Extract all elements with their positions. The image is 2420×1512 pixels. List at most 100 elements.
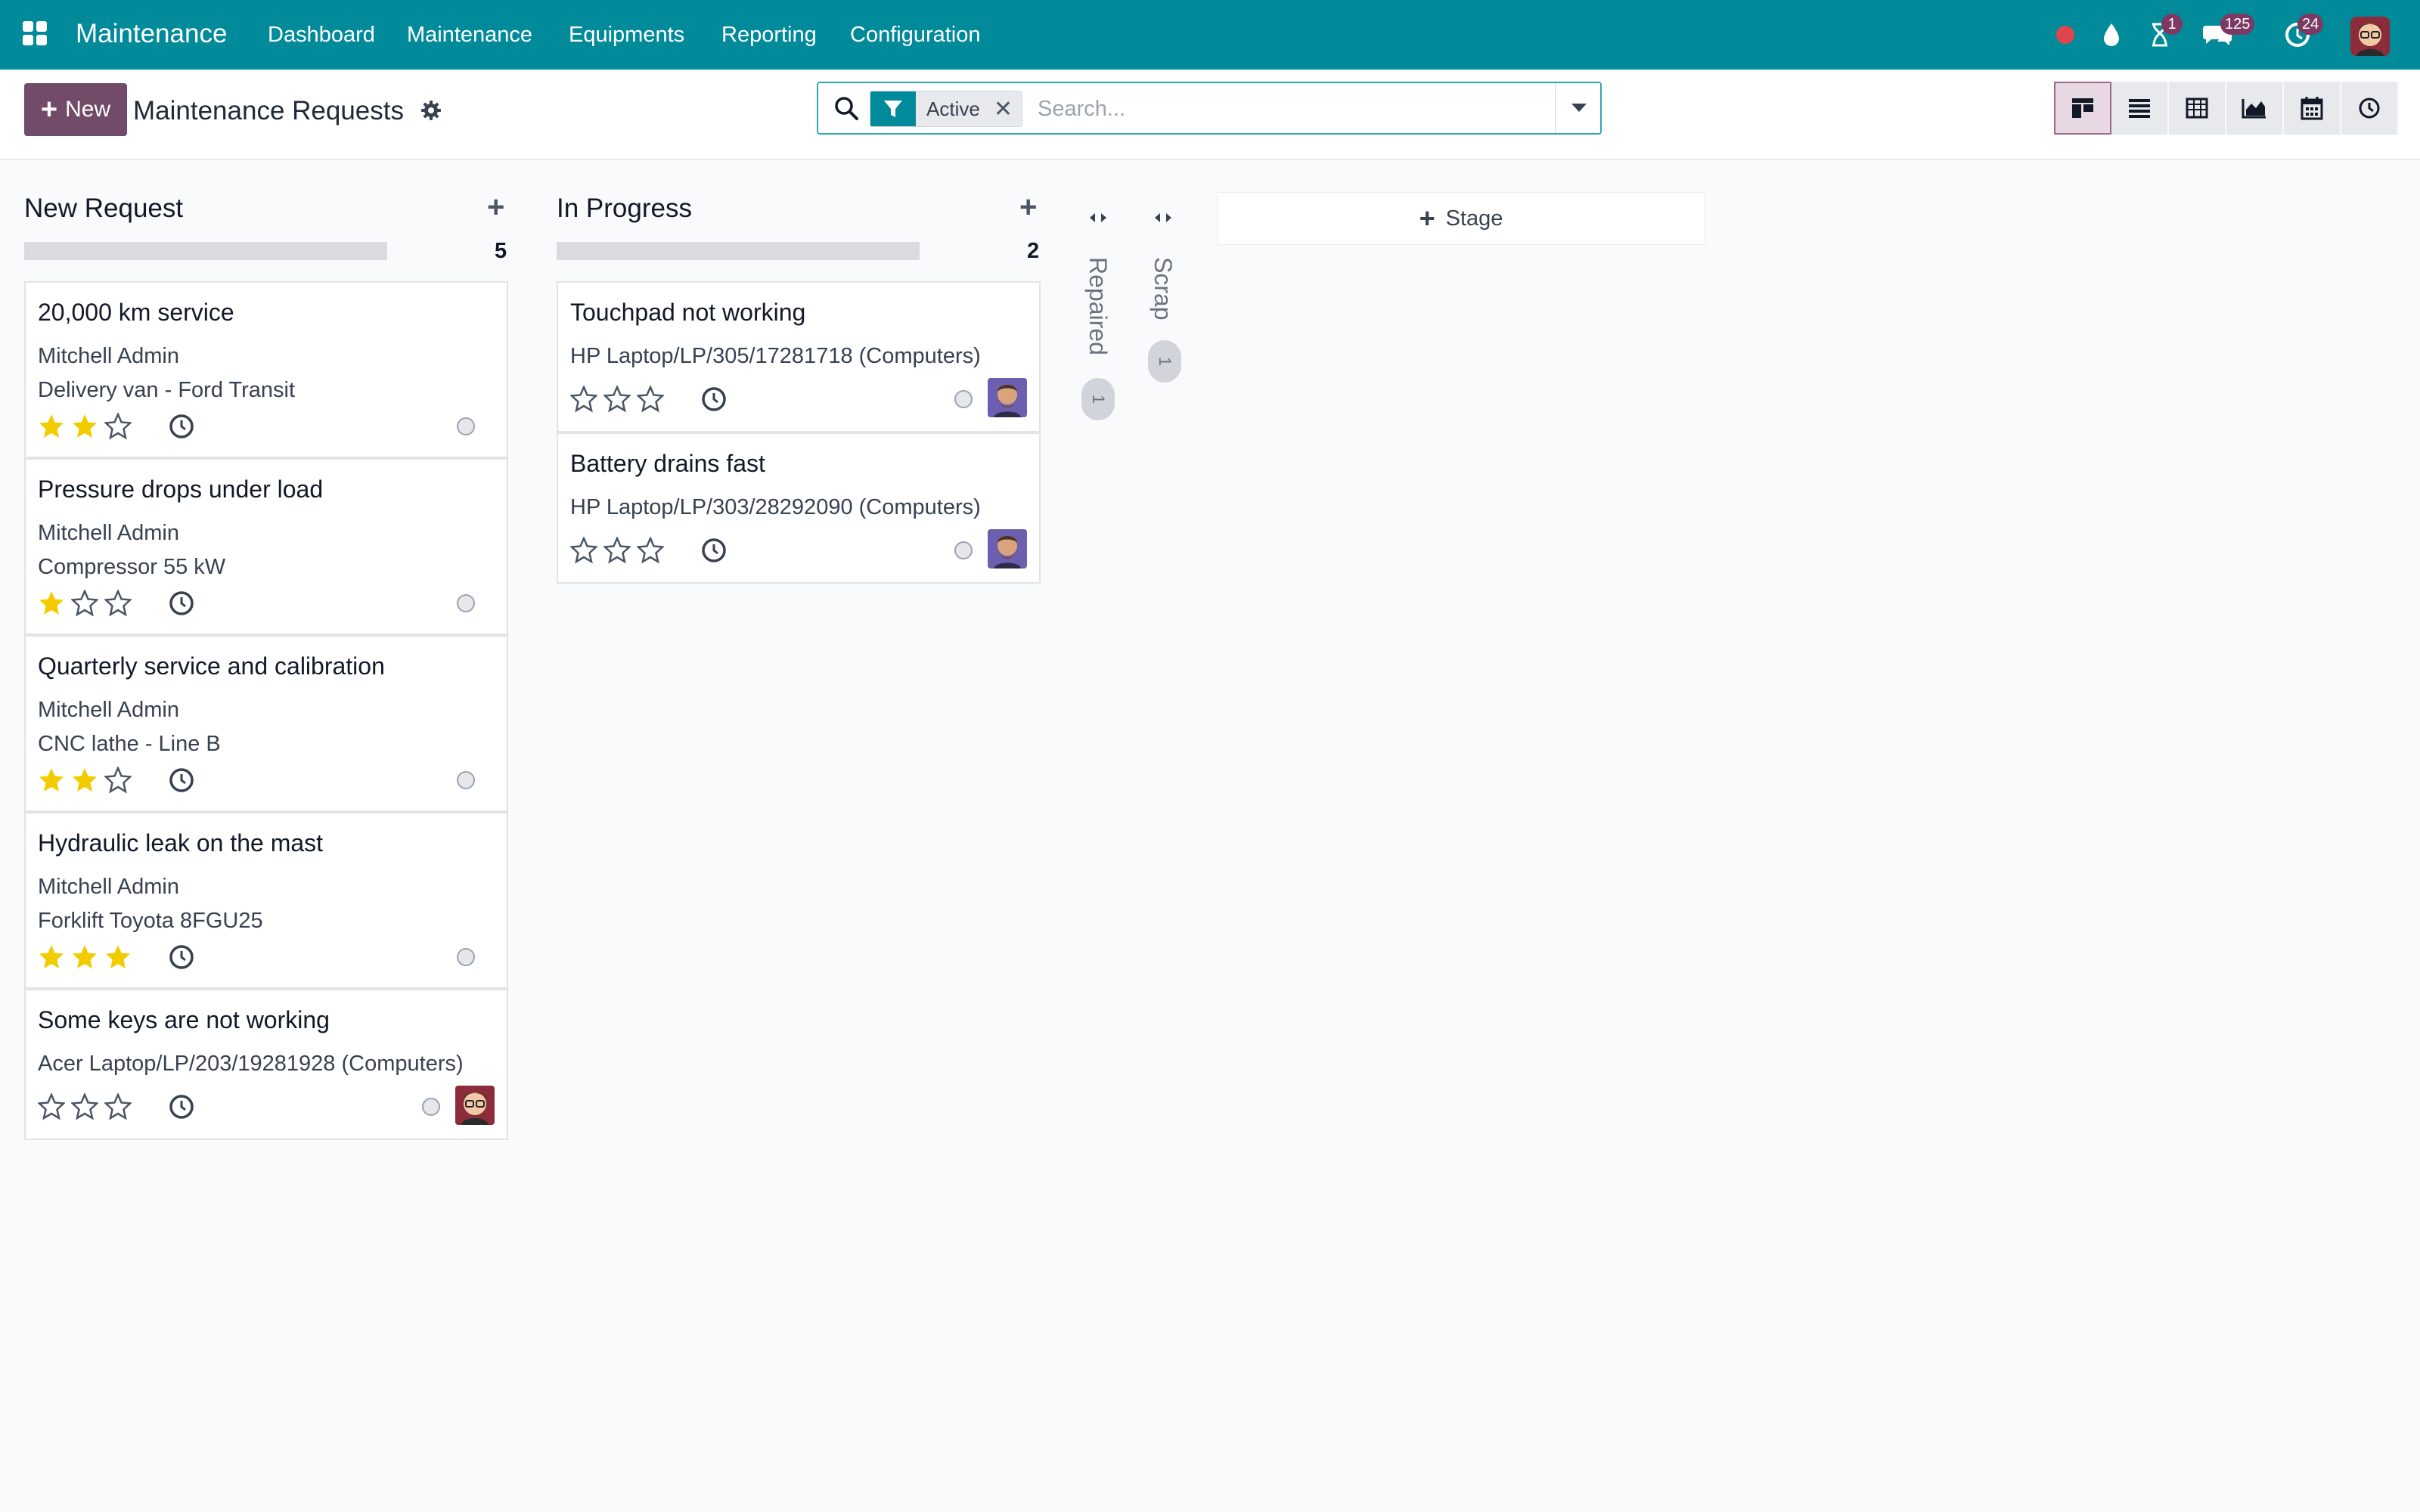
star-filled-icon[interactable]	[38, 413, 65, 440]
kanban-card[interactable]: Pressure drops under load Mitchell Admin C…	[24, 458, 508, 635]
star-filled-icon[interactable]	[38, 590, 65, 617]
folded-column-scrap[interactable]: Scrap	[1148, 257, 1178, 321]
clock-icon[interactable]	[168, 590, 195, 617]
kanban-card[interactable]: Quarterly service and calibration Mitchel…	[24, 635, 508, 812]
star-empty-icon[interactable]	[104, 588, 132, 617]
kanban-card[interactable]: Battery drains fast HP Laptop/LP/303/2829…	[557, 432, 1041, 584]
assignee-avatar[interactable]	[455, 1086, 495, 1125]
calendar-view-button[interactable]	[2284, 82, 2341, 135]
priority-stars	[569, 535, 665, 564]
clock-icon[interactable]	[168, 413, 195, 440]
pivot-view-button[interactable]	[2169, 82, 2226, 135]
clock-icon[interactable]	[168, 767, 195, 794]
card-title: Quarterly service and calibration	[38, 652, 385, 680]
add-stage-button[interactable]: + Stage	[1218, 192, 1705, 245]
menu-maintenance[interactable]: Maintenance	[407, 20, 532, 50]
star-empty-icon[interactable]	[603, 535, 631, 564]
user-avatar[interactable]	[2350, 17, 2390, 56]
clock-icon[interactable]	[700, 386, 728, 413]
star-empty-icon[interactable]	[104, 1092, 132, 1120]
star-filled-icon[interactable]	[71, 413, 98, 440]
updates-icon[interactable]: 24	[2282, 14, 2324, 51]
search-icon[interactable]	[833, 95, 861, 122]
star-empty-icon[interactable]	[70, 1092, 99, 1120]
messages-icon[interactable]: 125	[2201, 14, 2255, 51]
top-navbar: Maintenance Dashboard Maintenance Equipm…	[0, 0, 2420, 70]
column-title-new-request[interactable]: New Request	[24, 192, 183, 225]
star-filled-icon[interactable]	[38, 767, 65, 794]
star-empty-icon[interactable]	[104, 765, 132, 794]
clock-icon[interactable]	[700, 537, 728, 564]
star-empty-icon[interactable]	[636, 535, 665, 564]
column-count: 5	[495, 239, 507, 263]
column-progress-bar[interactable]	[557, 242, 920, 260]
column-title-in-progress[interactable]: In Progress	[557, 192, 692, 225]
card-title: Battery drains fast	[570, 450, 765, 477]
star-filled-icon[interactable]	[38, 943, 65, 971]
app-menu-icon[interactable]	[23, 21, 47, 45]
card-equipment: Delivery van - Ford Transit	[38, 378, 296, 402]
new-button-label: New	[65, 97, 111, 122]
search-bar: Active ✕	[817, 82, 1602, 135]
graph-view-button[interactable]	[2226, 82, 2284, 135]
kanban-card[interactable]: 20,000 km service Mitchell Admin Delivery …	[24, 281, 508, 458]
filter-icon	[870, 91, 916, 126]
assignee-avatar[interactable]	[988, 529, 1027, 569]
clock-icon[interactable]	[168, 1093, 195, 1120]
star-filled-icon[interactable]	[104, 943, 132, 971]
star-empty-icon[interactable]	[70, 588, 99, 617]
star-filled-icon[interactable]	[71, 767, 98, 794]
new-button[interactable]: + New	[24, 83, 127, 136]
assignee-avatar[interactable]	[988, 378, 1027, 417]
list-view-button[interactable]	[2111, 82, 2169, 135]
search-options-toggle[interactable]	[1555, 83, 1602, 133]
unfold-column-icon[interactable]	[1148, 204, 1178, 231]
updates-badge: 24	[2297, 14, 2324, 35]
view-switcher	[2054, 82, 2399, 135]
star-empty-icon[interactable]	[37, 1092, 66, 1120]
quick-create-icon[interactable]: +	[1019, 191, 1037, 224]
drop-icon[interactable]	[2098, 18, 2125, 51]
star-empty-icon[interactable]	[636, 384, 665, 413]
folded-column-repaired[interactable]: Repaired	[1083, 257, 1113, 355]
card-equipment: Compressor 55 kW	[38, 555, 226, 579]
clock-icon[interactable]	[168, 943, 195, 971]
star-empty-icon[interactable]	[569, 384, 598, 413]
kanban-state-dot[interactable]	[422, 1098, 440, 1116]
kanban-state-dot[interactable]	[457, 417, 475, 435]
search-input[interactable]	[1038, 91, 1552, 127]
unfold-column-icon[interactable]	[1083, 204, 1113, 231]
kanban-state-dot[interactable]	[457, 948, 475, 966]
kanban-view-button[interactable]	[2054, 82, 2111, 135]
gear-icon[interactable]	[420, 95, 446, 125]
kanban-card[interactable]: Some keys are not working Acer Laptop/LP/…	[24, 989, 508, 1140]
star-empty-icon[interactable]	[569, 535, 598, 564]
priority-stars	[38, 765, 132, 794]
kanban-state-dot[interactable]	[954, 541, 973, 559]
priority-stars	[38, 943, 132, 971]
star-filled-icon[interactable]	[71, 943, 98, 971]
activity-icon[interactable]: 1	[2145, 14, 2183, 51]
app-brand[interactable]: Maintenance	[76, 15, 227, 53]
card-title: Some keys are not working	[38, 1006, 330, 1033]
quick-create-icon[interactable]: +	[487, 191, 504, 224]
menu-equipments[interactable]: Equipments	[569, 20, 684, 50]
activity-view-button[interactable]	[2341, 82, 2399, 135]
star-empty-icon[interactable]	[104, 411, 132, 440]
kanban-state-dot[interactable]	[954, 390, 973, 408]
kanban-state-dot[interactable]	[457, 594, 475, 612]
card-responsible: Mitchell Admin	[38, 344, 179, 368]
kanban-state-dot[interactable]	[457, 771, 475, 789]
priority-stars	[38, 588, 132, 617]
kanban-card[interactable]: Hydraulic leak on the mast Mitchell Admin…	[24, 812, 508, 989]
kanban-card[interactable]: Touchpad not working HP Laptop/LP/305/172…	[557, 281, 1041, 432]
menu-configuration[interactable]: Configuration	[850, 20, 981, 50]
priority-stars	[569, 384, 665, 413]
column-progress-bar[interactable]	[24, 242, 387, 260]
menu-dashboard[interactable]: Dashboard	[268, 20, 375, 50]
remove-facet-icon[interactable]: ✕	[994, 96, 1013, 122]
column-count: 2	[1027, 239, 1040, 263]
star-empty-icon[interactable]	[603, 384, 631, 413]
record-icon[interactable]	[2052, 18, 2078, 51]
menu-reporting[interactable]: Reporting	[721, 20, 817, 50]
